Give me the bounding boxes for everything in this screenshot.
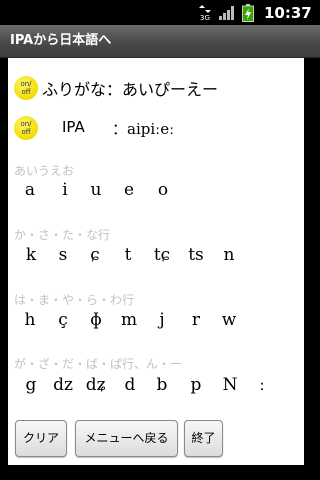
ipa-symbol-button[interactable]: d bbox=[116, 375, 144, 395]
ipa-symbol-button[interactable]: a bbox=[16, 180, 44, 200]
ipa-symbol-button[interactable]: p bbox=[182, 375, 210, 395]
ipa-toggle-label-bottom: off bbox=[21, 128, 31, 136]
ipa-symbol-button[interactable]: ɕ bbox=[81, 245, 109, 265]
group-vowels-title: あいうえお bbox=[14, 164, 75, 178]
ipa-symbol-button[interactable]: ts bbox=[182, 245, 210, 265]
group-ha-ma-ya-ra-wa-title: は・ま・や・ら・わ行 bbox=[14, 293, 135, 307]
network-arrows-icon bbox=[199, 5, 211, 13]
ipa-symbol-button[interactable]: dʑ bbox=[82, 375, 110, 395]
furigana-toggle-button[interactable]: on/ off bbox=[14, 76, 38, 100]
ipa-label: IPA bbox=[62, 118, 85, 136]
ipa-symbol-button[interactable]: i bbox=[51, 180, 79, 200]
furigana-toggle-label-top: on/ bbox=[20, 80, 32, 88]
network-3g-icon: 3G bbox=[199, 5, 211, 22]
ipa-toggle-label-top: on/ bbox=[20, 120, 32, 128]
ipa-symbol-button[interactable]: s bbox=[49, 245, 77, 265]
title-bar: IPAから日本語へ bbox=[0, 25, 320, 58]
ipa-toggle-button[interactable]: on/ off bbox=[14, 116, 38, 140]
ipa-symbol-button[interactable]: m bbox=[115, 310, 143, 330]
ipa-symbol-button[interactable]: w bbox=[215, 310, 243, 330]
ipa-symbol-button[interactable]: t bbox=[114, 245, 142, 265]
ipa-symbol-button[interactable]: b bbox=[148, 375, 176, 395]
ipa-symbol-button[interactable]: e bbox=[115, 180, 143, 200]
signal-icon bbox=[219, 6, 234, 20]
ipa-symbol-button[interactable]: u bbox=[82, 180, 110, 200]
main-panel: on/ off ふりがな：あいぴーえー on/ off IPA ：aipiːeː… bbox=[8, 58, 304, 465]
ipa-symbol-button[interactable]: g bbox=[17, 375, 45, 395]
ipa-symbol-button[interactable]: ç bbox=[49, 310, 77, 330]
app-title: IPAから日本語へ bbox=[10, 33, 112, 48]
clock: 10:37 bbox=[264, 4, 312, 22]
ipa-symbol-button[interactable]: ː bbox=[248, 375, 276, 395]
network-type-label: 3G bbox=[200, 14, 210, 22]
ipa-symbol-button[interactable]: tɕ bbox=[148, 245, 176, 265]
group-ga-za-da-ba-pa-title: が・ざ・だ・ば・ぱ行、ん・ー bbox=[14, 357, 183, 371]
ipa-symbol-button[interactable]: n bbox=[215, 245, 243, 265]
exit-button[interactable]: 終了 bbox=[184, 420, 223, 457]
clear-button[interactable]: クリア bbox=[15, 420, 67, 457]
status-bar: 3G 10:37 bbox=[0, 0, 320, 25]
ipa-value: ：aipiːeː bbox=[112, 120, 175, 138]
ipa-symbol-button[interactable]: dz bbox=[49, 375, 77, 395]
ipa-symbol-button[interactable]: h bbox=[16, 310, 44, 330]
furigana-toggle-label-bottom: off bbox=[21, 88, 31, 96]
ipa-symbol-button[interactable]: j bbox=[148, 310, 176, 330]
furigana-text: ふりがな：あいぴーえー bbox=[42, 80, 219, 99]
ipa-symbol-button[interactable]: o bbox=[149, 180, 177, 200]
battery-charging-icon bbox=[242, 4, 254, 22]
ipa-symbol-button[interactable]: ɸ bbox=[82, 310, 110, 330]
ipa-symbol-button[interactable]: k bbox=[17, 245, 45, 265]
back-to-menu-button[interactable]: メニューへ戻る bbox=[75, 420, 178, 457]
ipa-symbol-button[interactable]: N bbox=[216, 375, 244, 395]
group-ka-sa-ta-na-title: か・さ・た・な行 bbox=[14, 228, 111, 242]
ipa-symbol-button[interactable]: r bbox=[182, 310, 210, 330]
